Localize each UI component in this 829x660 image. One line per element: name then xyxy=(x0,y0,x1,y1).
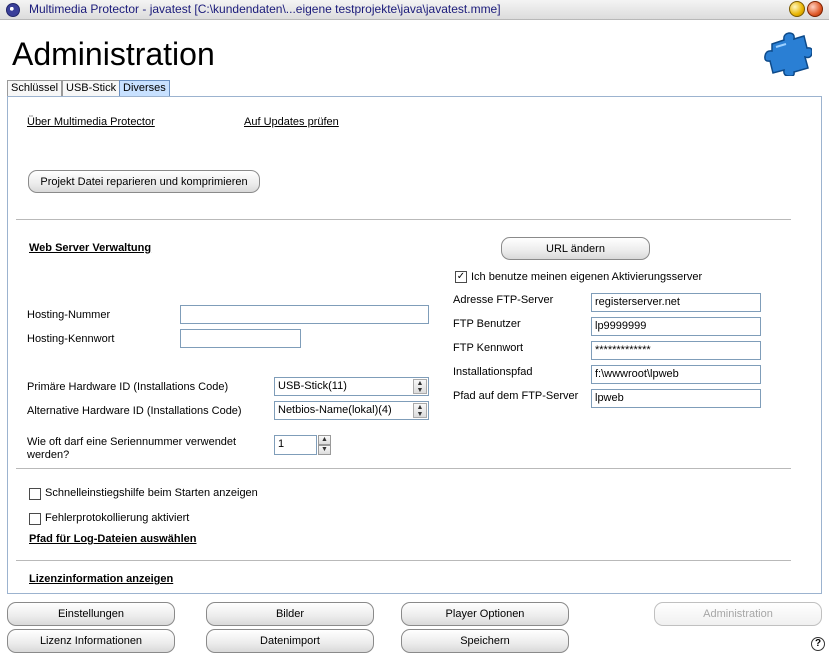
ftp-address-field[interactable]: registerserver.net xyxy=(591,293,761,312)
quickstart-checkbox[interactable] xyxy=(29,488,41,500)
app-icon[interactable] xyxy=(6,3,20,17)
ftp-user-field[interactable]: lp9999999 xyxy=(591,317,761,336)
serial-usage-label: Wie oft darf eine Seriennummer verwendet… xyxy=(27,436,237,461)
about-link[interactable]: Über Multimedia Protector xyxy=(27,116,155,128)
hosting-number-label: Hosting-Nummer xyxy=(27,309,111,321)
own-server-label: Ich benutze meinen eigenen Aktivierungss… xyxy=(471,271,703,283)
webserver-heading[interactable]: Web Server Verwaltung xyxy=(29,242,151,254)
puzzle-icon xyxy=(764,32,812,76)
ftp-address-label: Adresse FTP-Server xyxy=(453,294,554,306)
stepper-up-icon[interactable]: ▲ xyxy=(318,435,331,445)
primary-hardware-label: Primäre Hardware ID (Installations Code) xyxy=(27,381,229,393)
log-path-link[interactable]: Pfad für Log-Dateien auswählen xyxy=(29,533,196,545)
hosting-password-field[interactable] xyxy=(180,329,301,348)
change-url-button[interactable]: URL ändern xyxy=(501,237,650,260)
repair-project-button[interactable]: Projekt Datei reparieren und komprimiere… xyxy=(28,170,260,193)
tab-diverses[interactable]: Diverses xyxy=(119,80,170,96)
separator xyxy=(16,560,791,561)
select-arrows-icon[interactable]: ▲ ▼ xyxy=(413,403,427,418)
alternative-hardware-select[interactable]: Netbios-Name(lokal)(4) ▲ ▼ xyxy=(274,401,429,420)
ftp-user-label: FTP Benutzer xyxy=(453,318,521,330)
page-title: Administration xyxy=(12,36,215,72)
save-button[interactable]: Speichern xyxy=(401,629,569,653)
ftp-path-label: Pfad auf dem FTP-Server xyxy=(453,390,579,402)
primary-hardware-value: USB-Stick(11) xyxy=(278,380,347,392)
stepper-down-icon[interactable]: ▼ xyxy=(318,445,331,455)
tab-schluessel[interactable]: Schlüssel xyxy=(7,80,63,96)
ftp-password-label: FTP Kennwort xyxy=(453,342,524,354)
own-server-checkbox[interactable]: ✓ xyxy=(455,271,467,283)
data-import-button[interactable]: Datenimport xyxy=(206,629,374,653)
license-info-link[interactable]: Lizenzinformation anzeigen xyxy=(29,573,173,585)
separator xyxy=(16,219,791,220)
title-bar[interactable]: Multimedia Protector - javatest [C:\kund… xyxy=(0,0,829,20)
select-arrows-icon[interactable]: ▲ ▼ xyxy=(413,379,427,394)
error-log-label: Fehlerprotokollierung aktiviert xyxy=(45,512,190,524)
error-log-checkbox[interactable] xyxy=(29,513,41,525)
window-title: Multimedia Protector - javatest [C:\kund… xyxy=(29,2,501,16)
tab-usb-stick[interactable]: USB-Stick xyxy=(62,80,121,96)
help-icon[interactable]: ? xyxy=(811,637,825,651)
hosting-password-label: Hosting-Kennwort xyxy=(27,333,115,345)
ftp-path-field[interactable]: lpweb xyxy=(591,389,761,408)
quickstart-label: Schnelleinstiegshilfe beim Starten anzei… xyxy=(45,487,258,499)
install-path-field[interactable]: f:\wwwroot\lpweb xyxy=(591,365,761,384)
settings-button[interactable]: Einstellungen xyxy=(7,602,175,626)
alternative-hardware-value: Netbios-Name(lokal)(4) xyxy=(278,404,392,416)
serial-usage-stepper[interactable]: ▲ ▼ xyxy=(318,435,331,456)
serial-usage-field[interactable]: 1 xyxy=(274,435,317,455)
license-info-button[interactable]: Lizenz Informationen xyxy=(7,629,175,653)
player-options-button[interactable]: Player Optionen xyxy=(401,602,569,626)
administration-button[interactable]: Administration xyxy=(654,602,822,626)
install-path-label: Installationspfad xyxy=(453,366,533,378)
check-updates-link[interactable]: Auf Updates prüfen xyxy=(244,116,339,128)
alternative-hardware-label: Alternative Hardware ID (Installations C… xyxy=(27,405,242,417)
minimize-icon[interactable] xyxy=(789,1,805,17)
images-button[interactable]: Bilder xyxy=(206,602,374,626)
close-icon[interactable] xyxy=(807,1,823,17)
separator xyxy=(16,468,791,469)
hosting-number-field[interactable] xyxy=(180,305,429,324)
ftp-password-field[interactable]: ************* xyxy=(591,341,761,360)
primary-hardware-select[interactable]: USB-Stick(11) ▲ ▼ xyxy=(274,377,429,396)
